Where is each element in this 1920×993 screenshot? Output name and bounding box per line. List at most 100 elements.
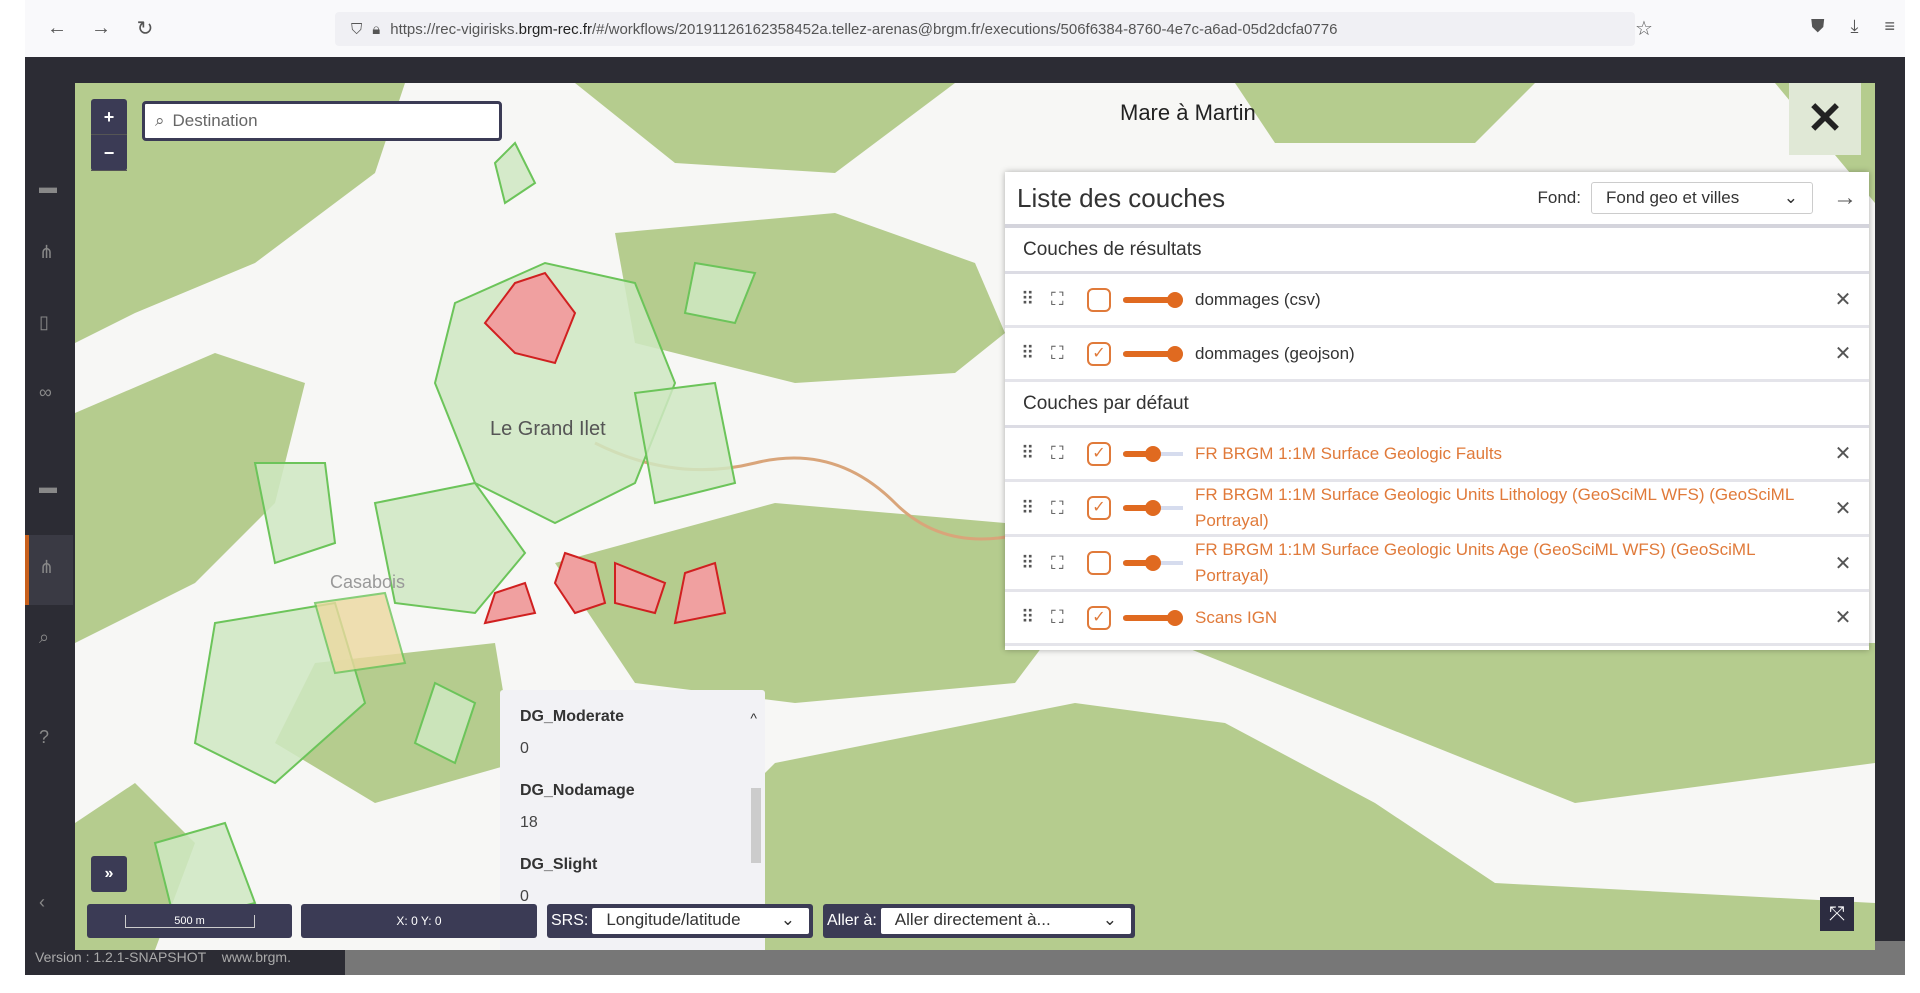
folder-icon[interactable]: ▬ [39,477,57,498]
layer-visibility-checkbox[interactable]: ✓ [1087,496,1111,520]
place-label: Casabois [330,572,405,592]
srs-select[interactable]: Longitude/latitude ⌄ [592,908,809,934]
layer-visibility-checkbox[interactable] [1087,287,1111,312]
layer-section-title: Couches par défaut [1005,382,1869,428]
chevron-up-icon[interactable]: ^ [750,710,757,726]
zoom-to-extent-icon[interactable]: ⛶ [1051,289,1087,310]
drag-handle-icon[interactable]: ⠿ [1021,607,1051,628]
browser-toolbar: ← → ↻ ⛉ 🔒︎ https://rec-vigirisks.brgm-rec… [25,0,1905,57]
download-icon[interactable]: ⤓ [1851,16,1859,37]
menu-icon[interactable]: ≡ [1884,16,1895,37]
chevron-down-icon: ⌄ [1783,188,1798,207]
remove-layer-icon[interactable]: ✕ [1833,287,1853,312]
arrow-right-icon[interactable]: → [1833,184,1857,212]
lock-icon: 🔒︎ [372,20,381,38]
zoom-controls: + − [91,99,127,171]
layer-list-panel: Liste des couches Fond: Fond geo et vill… [1005,172,1869,650]
remove-layer-icon[interactable]: ✕ [1833,341,1853,366]
drag-handle-icon[interactable]: ⠿ [1021,289,1051,310]
layer-row: ⠿ ⛶ ✓ FR BRGM 1:1M Surface Geologic Unit… [1005,482,1869,537]
layer-panel-header: Liste des couches Fond: Fond geo et vill… [1005,172,1869,228]
url-bar[interactable]: ⛉ 🔒︎ https://rec-vigirisks.brgm-rec.fr/#/… [335,12,1635,46]
layer-name: Scans IGN [1195,607,1278,627]
zoom-in-button[interactable]: + [91,99,127,135]
pocket-icon[interactable]: ⛊ [1811,16,1825,37]
popup-field-key: DG_Moderate [520,708,625,725]
remove-layer-icon[interactable]: ✕ [1833,441,1853,466]
srs-control: SRS: Longitude/latitude ⌄ [547,904,813,938]
map-modal: Le Grand Ilet Casabois + − ⌕ Destination… [75,83,1875,950]
opacity-slider[interactable] [1123,498,1183,518]
workflow-icon[interactable]: ⋔ [39,557,54,578]
zoom-to-extent-icon[interactable]: ⛶ [1051,343,1087,364]
layer-name: dommages (csv) [1195,289,1321,309]
layer-visibility-checkbox[interactable]: ✓ [1087,341,1111,366]
destination-placeholder: Destination [172,111,258,130]
layer-row: ⠿ ⛶ ✓ dommages (geojson) ✕ [1005,328,1869,382]
remove-layer-icon[interactable]: ✕ [1833,496,1853,521]
back-icon[interactable]: ← [45,17,69,40]
layer-name: FR BRGM 1:1M Surface Geologic Units Age … [1195,540,1755,585]
layer-visibility-checkbox[interactable]: ✓ [1087,441,1111,466]
zoom-to-extent-icon[interactable]: ⛶ [1051,607,1087,628]
zoom-to-extent-icon[interactable]: ⛶ [1051,553,1087,574]
place-label: Le Grand Ilet [490,418,606,440]
collapse-icon[interactable]: ‹ [39,892,45,913]
layer-name: dommages (geojson) [1195,343,1355,363]
layer-row: ⠿ ⛶ ✓ Scans IGN ✕ [1005,592,1869,646]
popup-field-value: 18 [520,814,538,831]
goto-select[interactable]: Aller directement à... ⌄ [880,908,1131,934]
opacity-slider[interactable] [1123,290,1183,310]
fond-label: Fond: [1537,188,1581,207]
drag-handle-icon[interactable]: ⠿ [1021,443,1051,464]
search-icon[interactable]: ⌕ [39,627,49,648]
search-icon: ⌕ [155,111,165,130]
opacity-slider[interactable] [1123,608,1183,628]
destination-search[interactable]: ⌕ Destination [142,101,502,141]
url-text: https://rec-vigirisks.brgm-rec.fr/#/work… [390,20,1338,38]
fullscreen-icon[interactable]: ⤧ [1820,897,1854,931]
scale-bar: 500 m [87,904,292,938]
coordinates-readout: X: 0 Y: 0 [301,904,537,938]
layer-section-title: Couches de résultats [1005,228,1869,274]
shield-icon: ⛉ [351,20,363,38]
footer-version: Version : 1.2.1-SNAPSHOT www.brgm. [35,949,291,965]
opacity-slider[interactable] [1123,553,1183,573]
help-icon[interactable]: ? [39,727,49,748]
bookmark-star-icon[interactable]: ☆ [1635,16,1653,41]
close-icon[interactable]: ✕ [1789,83,1861,155]
drag-handle-icon[interactable]: ⠿ [1021,498,1051,519]
popup-field-value: 0 [520,740,529,757]
opacity-slider[interactable] [1123,344,1183,364]
layer-name: FR BRGM 1:1M Surface Geologic Faults [1195,443,1503,463]
forward-icon[interactable]: → [89,17,113,40]
workflow-icon[interactable]: ⋔ [39,242,54,263]
expand-button[interactable]: » [91,856,127,892]
layer-row: ⠿ ⛶ ✓ FR BRGM 1:1M Surface Geologic Faul… [1005,428,1869,482]
layer-visibility-checkbox[interactable]: ✓ [1087,605,1111,630]
link-icon[interactable]: ∞ [39,382,52,403]
popup-field-key: DG_Nodamage [520,782,635,799]
remove-layer-icon[interactable]: ✕ [1833,605,1853,630]
folder-icon[interactable]: ▬ [39,177,57,198]
panel-title: Liste des couches [1017,182,1226,213]
goto-control: Aller à: Aller directement à... ⌄ [823,904,1135,938]
fond-select[interactable]: Fond geo et villes ⌄ [1591,182,1813,214]
layer-row: ⠿ ⛶ FR BRGM 1:1M Surface Geologic Units … [1005,537,1869,592]
opacity-slider[interactable] [1123,444,1183,464]
scrollbar[interactable] [751,788,761,863]
sidebar: ▬ ⋔ ▯ ∞ ▬ ⋔ ⌕ ? ‹ [25,57,73,975]
footer-link[interactable]: www.brgm. [222,949,291,965]
layer-row: ⠿ ⛶ dommages (csv) ✕ [1005,274,1869,328]
reload-icon[interactable]: ↻ [133,16,157,41]
zoom-out-button[interactable]: − [91,135,127,171]
popup-field-key: DG_Slight [520,856,598,873]
layer-name: FR BRGM 1:1M Surface Geologic Units Lith… [1195,485,1794,530]
zoom-to-extent-icon[interactable]: ⛶ [1051,443,1087,464]
zoom-to-extent-icon[interactable]: ⛶ [1051,498,1087,519]
drag-handle-icon[interactable]: ⠿ [1021,343,1051,364]
remove-layer-icon[interactable]: ✕ [1833,551,1853,576]
document-icon[interactable]: ▯ [39,312,49,333]
drag-handle-icon[interactable]: ⠿ [1021,553,1051,574]
layer-visibility-checkbox[interactable] [1087,551,1111,575]
